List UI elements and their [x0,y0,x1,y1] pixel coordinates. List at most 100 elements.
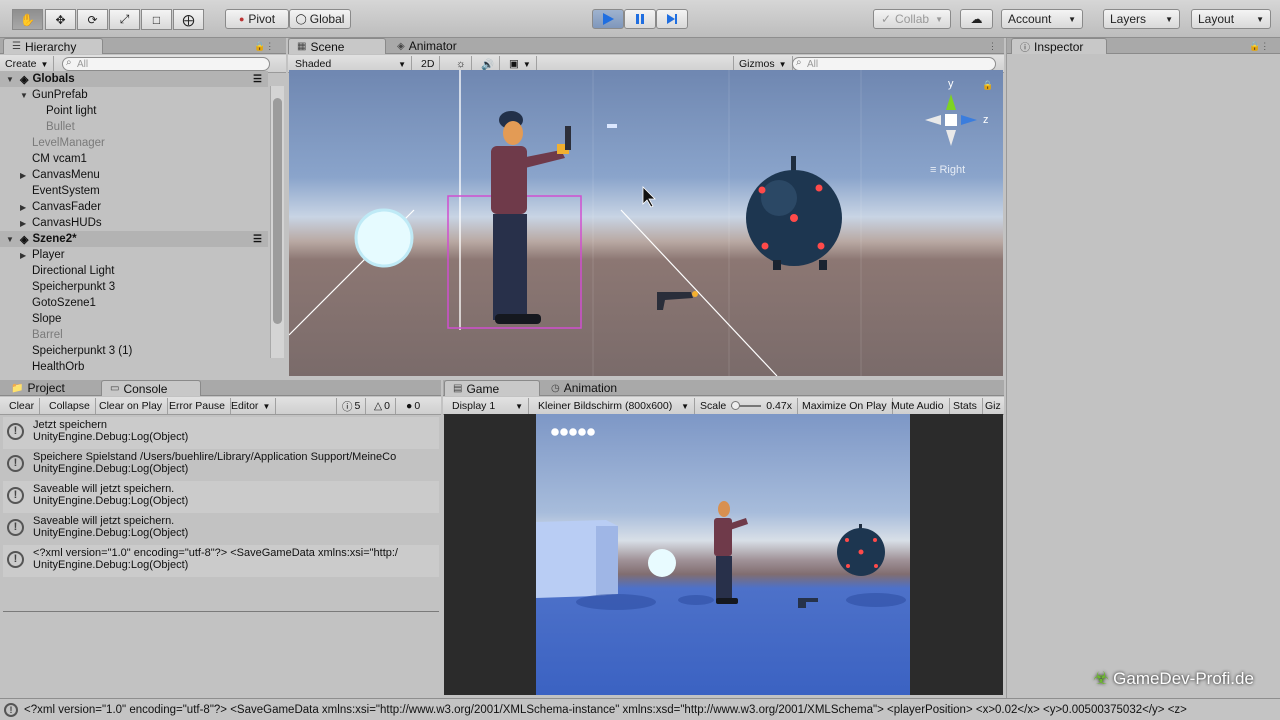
hand-tool-button[interactable]: ✋ [12,9,43,30]
tab-scene[interactable]: ▦ Scene [288,38,386,54]
account-dropdown[interactable]: Account ▼ [1001,9,1083,29]
game-gizmos-dropdown[interactable]: Giz [980,398,1004,414]
hierarchy-item[interactable]: Barrel [0,327,268,343]
transform-tool-button[interactable]: ⨁ [173,9,204,30]
scene-search-input[interactable]: All [792,57,996,71]
move-tool-button[interactable]: ✥ [45,9,76,30]
rotate-tool-button[interactable]: ⟳ [77,9,108,30]
hierarchy-item[interactable]: ▶ Player [0,247,268,263]
panel-menu-icon[interactable]: ⋮ [988,41,997,52]
hierarchy-item[interactable]: ▼ GunPrefab [0,87,268,103]
display-dropdown[interactable]: Display 1 ▼ [447,398,529,414]
lock-icon[interactable]: 🔒 [982,80,993,91]
hierarchy-item[interactable]: EventSystem [0,183,268,199]
hierarchy-scrollbar[interactable] [270,86,284,358]
scale-slider[interactable]: Scale 0.47x [695,398,798,414]
lock-icon[interactable]: 🔒⋮ [1249,41,1269,52]
tab-hierarchy[interactable]: ☰ Hierarchy [3,38,103,54]
step-button[interactable] [656,9,688,29]
hierarchy-item[interactable]: LevelManager [0,135,268,151]
hierarchy-item[interactable]: ▶ CanvasHUDs [0,215,268,231]
game-viewport[interactable] [536,414,910,695]
hierarchy-item[interactable]: Bullet [0,119,268,135]
global-toggle[interactable]: ◯ Global [289,9,351,29]
tab-inspector[interactable]: ⓘ Inspector [1011,38,1107,54]
scale-handle[interactable] [731,401,741,410]
hierarchy-item[interactable]: Directional Light [0,263,268,279]
expand-arrow-icon[interactable]: ▶ [20,171,30,180]
console-entry[interactable]: ! Jetzt speichern UnityEngine.Debug:Log(Ob… [3,417,439,449]
maximize-on-play-toggle[interactable]: Maximize On Play [797,398,893,414]
console-info-filter[interactable]: ⓘ 5 [336,398,367,414]
console-clear-on-play-button[interactable]: Clear on Play [94,398,169,414]
hierarchy-item[interactable]: ▶ CanvasFader [0,199,268,215]
scale-tool-button[interactable]: ⤢ [109,9,140,30]
hierarchy-search-input[interactable]: All [62,57,270,71]
console-editor-dropdown[interactable]: Editor ▼ [226,398,277,414]
hierarchy-scene-row[interactable]: ▼ ◈ Globals ☰ [0,71,268,87]
lock-icon[interactable]: 🔒⋮ [254,41,274,52]
stats-label: Stats [953,400,977,412]
rect-tool-button[interactable]: □ [141,9,172,30]
scroll-thumb[interactable] [273,98,282,324]
layout-dropdown[interactable]: Layout ▼ [1191,9,1271,29]
error-icon: ● [406,400,413,412]
create-dropdown[interactable]: Create ▼ [0,56,55,72]
scene-menu-icon[interactable]: ☰ [253,74,262,85]
hierarchy-item[interactable]: CM vcam1 [0,151,268,167]
expand-arrow-icon[interactable]: ▶ [20,251,30,260]
warning-icon: △ [374,400,383,412]
resolution-label: Kleiner Bildschirm (800x600) [538,400,673,412]
expand-arrow-icon[interactable]: ▼ [20,91,30,100]
hierarchy-item-label: CanvasFader [32,201,102,213]
hierarchy-item[interactable]: Speicherpunkt 3 (1) [0,343,268,359]
cloud-icon: ☁ [970,12,983,26]
scene-viewport[interactable]: y z ≡ Right 🔒 [289,70,1003,376]
console-entry[interactable]: ! Saveable will jetzt speichern. UnityEngi… [3,513,439,545]
console-tabbar: 📁 Project ▭ Console [0,380,441,396]
tab-game[interactable]: ▤ Game [444,380,540,396]
mute-audio-toggle[interactable]: Mute Audio [886,398,950,414]
hierarchy-item[interactable]: Speicherpunkt 3 [0,279,268,295]
view-orientation-label[interactable]: ≡ Right [930,164,965,176]
cloud-button[interactable]: ☁ [960,9,993,29]
hierarchy-scene-row[interactable]: ▼ ◈ Szene2* ☰ [0,231,268,247]
scale-track[interactable] [731,401,762,410]
collab-dropdown[interactable]: ✓ Collab ▼ [873,9,951,29]
unity-icon: ◈ [20,73,29,86]
stats-toggle[interactable]: Stats [948,398,983,414]
view-orientation-text: Right [939,164,966,176]
layers-dropdown[interactable]: Layers ▼ [1103,9,1180,29]
pause-button[interactable] [624,9,656,29]
resolution-dropdown[interactable]: Kleiner Bildschirm (800x600) ▼ [533,398,695,414]
console-entry[interactable]: ! Speichere Spielstand /Users/buehlire/Li… [3,449,439,481]
tab-animation[interactable]: ◷ Animation [543,380,625,396]
console-entry[interactable]: ! Saveable will jetzt speichern. UnityEngi… [3,481,439,513]
pivot-toggle[interactable]: ● Pivot [225,9,289,29]
expand-arrow-icon[interactable]: ▶ [20,203,30,212]
console-entry[interactable]: ! <?xml version="1.0" encoding="utf-8"?> … [3,545,439,577]
console-error-filter[interactable]: ● 0 [401,398,425,414]
console-clear-button[interactable]: Clear [4,398,41,414]
tab-project[interactable]: 📁 Project [3,380,73,396]
console-divider[interactable] [3,611,439,612]
console-collapse-button[interactable]: Collapse [44,398,96,414]
hierarchy-item[interactable]: Slope [0,311,268,327]
play-button[interactable] [592,9,624,29]
tab-console[interactable]: ▭ Console [101,380,201,396]
hierarchy-item[interactable]: GotoSzene1 [0,295,268,311]
console-error-pause-button[interactable]: Error Pause [164,398,232,414]
scene-menu-icon[interactable]: ☰ [253,234,262,245]
console-warning-filter[interactable]: △ 0 [369,398,396,414]
expand-arrow-icon[interactable]: ▶ [20,219,30,228]
tab-game-label: Game [466,381,500,396]
expand-arrow-icon[interactable]: ▼ [6,75,16,84]
status-bar[interactable]: ! <?xml version="1.0" encoding="utf-8"?>… [0,698,1280,720]
hierarchy-item[interactable]: HealthOrb [0,359,268,375]
hierarchy-item[interactable]: ▶ CanvasMenu [0,167,268,183]
collab-label: Collab [895,12,930,26]
display-label: Display 1 [452,400,496,412]
hierarchy-item[interactable]: Point light [0,103,268,119]
tab-animator[interactable]: ◈ Animator [389,38,465,54]
expand-arrow-icon[interactable]: ▼ [6,235,16,244]
